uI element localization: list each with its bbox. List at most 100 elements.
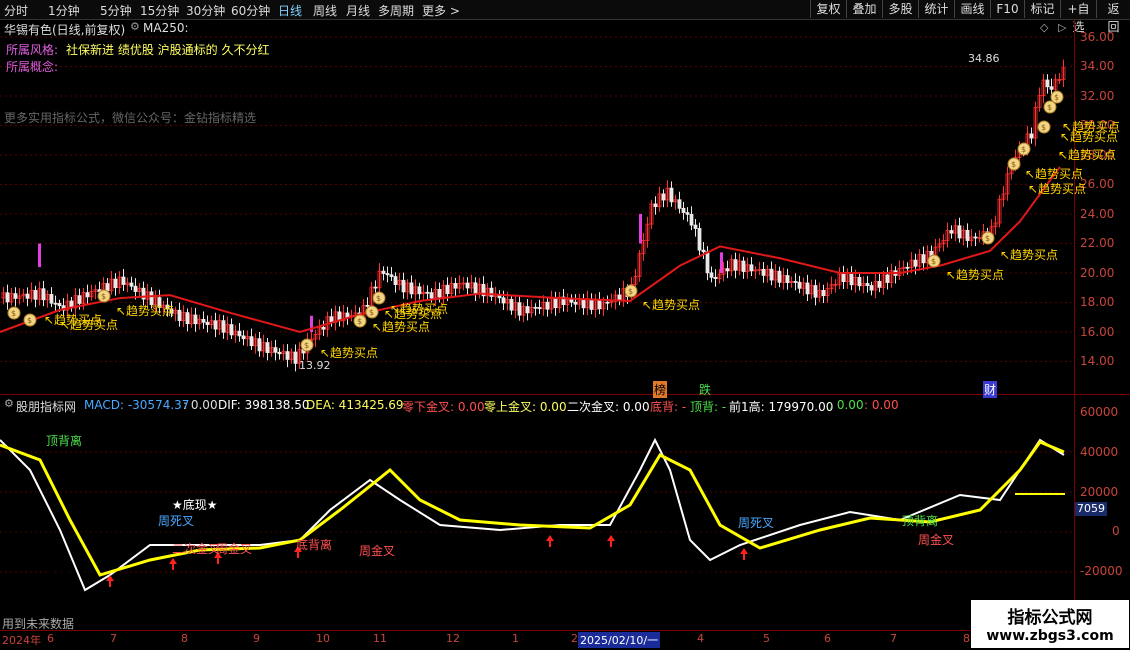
macd-bar — [578, 529, 580, 532]
macd-bar — [284, 527, 286, 532]
macd-bar — [545, 532, 547, 534]
macd-bar — [272, 529, 274, 532]
candle-body — [25, 293, 30, 299]
macd-bar — [275, 529, 277, 532]
macd-bar — [860, 532, 862, 540]
candle-body — [509, 298, 514, 311]
macd-bar — [845, 532, 847, 535]
candle-body — [733, 259, 738, 271]
x-axis-line — [0, 630, 1074, 631]
macd-bar — [677, 527, 679, 532]
candle-body — [77, 295, 82, 304]
marker-die[interactable]: 跌 — [699, 381, 711, 398]
candle-body — [685, 212, 690, 215]
y-tick-20: 20.00 — [1080, 266, 1115, 280]
x-label-7b: 7 — [890, 632, 897, 645]
macd-bar — [662, 493, 664, 532]
macd-bar — [356, 508, 358, 532]
money-bag-symbol: $ — [1054, 93, 1059, 102]
macd-bar — [500, 532, 502, 544]
macd-bar — [230, 532, 232, 536]
macd-bar — [839, 532, 841, 533]
money-bag-symbol: $ — [1047, 103, 1052, 112]
macd-bar — [467, 532, 469, 552]
candle-body — [769, 268, 774, 281]
money-bag-symbol: $ — [931, 257, 936, 266]
candle-body — [709, 272, 714, 278]
y-tick-36: 36.00 — [1080, 30, 1115, 44]
candle-body — [177, 309, 182, 321]
macd-bar — [983, 508, 985, 532]
macd-bar — [515, 532, 517, 540]
macd-bar — [473, 532, 475, 554]
up-arrow-icon — [169, 558, 177, 564]
x-label-8: 8 — [181, 632, 188, 645]
candle-body — [13, 293, 18, 299]
candle-body — [869, 285, 874, 291]
macd-bar — [140, 532, 142, 534]
highlight-candle — [720, 252, 723, 273]
candle-body — [805, 282, 810, 295]
macd-bar — [185, 528, 187, 532]
macd-bar — [404, 524, 406, 532]
macd-bar — [191, 529, 193, 532]
candle-body — [877, 281, 882, 288]
macd-bar — [218, 532, 220, 538]
buy-signal-label: ↖趋势买点 — [320, 346, 379, 360]
marker-bang[interactable]: 榜 — [653, 381, 668, 398]
macd-bar — [32, 532, 34, 558]
macd-bar — [305, 515, 307, 532]
macd-bar — [98, 532, 100, 572]
macd-bar — [365, 501, 367, 532]
macd-bar — [380, 507, 382, 532]
macd-bar — [1007, 499, 1009, 532]
candle-body — [373, 286, 378, 289]
macd-bar — [842, 532, 844, 534]
macd-bar — [695, 532, 697, 584]
candle-body — [813, 285, 818, 298]
macd-bar — [956, 517, 958, 532]
macd-bar — [950, 518, 952, 532]
candle-body — [725, 268, 730, 272]
y-tick-34: 34.00 — [1080, 59, 1115, 73]
dea-line — [0, 440, 1065, 577]
x-label-7: 7 — [110, 632, 117, 645]
macd-bar — [104, 532, 106, 569]
macd-bar — [50, 532, 52, 580]
macd-bar — [857, 532, 859, 540]
macd-bar — [743, 532, 745, 551]
macd-bar — [887, 532, 889, 537]
candle-body — [681, 207, 686, 213]
macd-bar — [77, 532, 79, 598]
buy-signal-label: ↖趋势买点 — [1058, 148, 1117, 162]
candle-body — [693, 224, 698, 229]
candle-body — [617, 294, 622, 301]
candle-body — [553, 298, 558, 309]
candle-body — [365, 304, 370, 307]
candle-body — [533, 306, 538, 309]
macd-bar — [1013, 501, 1015, 532]
macd-bar — [1001, 504, 1003, 532]
y-tick-18: 18.00 — [1080, 295, 1115, 309]
macd-bar — [791, 532, 793, 535]
macd-bar — [368, 502, 370, 532]
x-label-11: 11 — [373, 632, 387, 645]
macd-bar — [1052, 523, 1054, 532]
back-button[interactable]: 返回 — [1096, 0, 1130, 34]
macd-bar — [872, 532, 874, 542]
candle-body — [345, 312, 350, 318]
candle-body — [741, 260, 746, 272]
macd-bar — [221, 532, 223, 538]
macd-bar — [137, 532, 139, 535]
macd-bar — [389, 511, 391, 532]
candle-body — [821, 290, 826, 297]
macd-bar — [152, 529, 154, 532]
macd-bar — [122, 532, 124, 545]
candle-body — [669, 187, 674, 203]
macd-bar — [851, 532, 853, 537]
marker-cai[interactable]: 财 — [983, 381, 998, 398]
macd-bar — [725, 532, 727, 563]
macd-bar — [113, 532, 115, 560]
macd-bar — [650, 490, 652, 532]
high-price-label: 34.86 — [968, 52, 1000, 65]
